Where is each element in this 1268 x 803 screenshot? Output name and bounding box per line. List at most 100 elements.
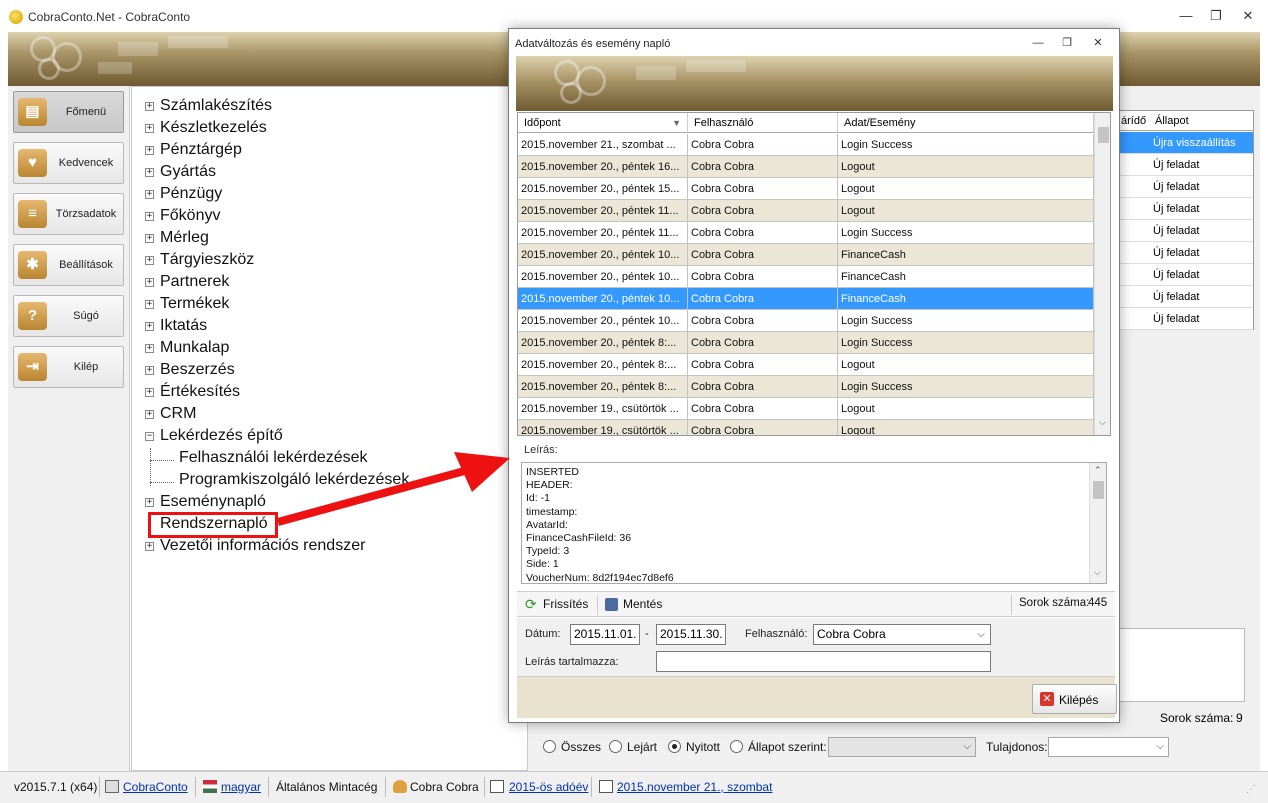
table-row[interactable]: 2015.november 20., péntek 15... Cobra Cob…: [518, 178, 1094, 200]
user-select[interactable]: Cobra Cobra ⌵: [813, 624, 991, 645]
tree-expander[interactable]: +: [145, 212, 154, 221]
tree-expander[interactable]: +: [145, 234, 154, 243]
tree-item-pénzügy[interactable]: Pénzügy: [160, 185, 222, 203]
desc-contains-input[interactable]: [656, 651, 991, 672]
tree-item-készletkezelés[interactable]: Készletkezelés: [160, 119, 267, 137]
resize-grip-icon[interactable]: ⋰: [1246, 784, 1256, 795]
dialog-close-button[interactable]: ✕: [1089, 35, 1107, 51]
tree-item-beszerzés[interactable]: Beszerzés: [160, 361, 235, 379]
close-button[interactable]: ✕: [1238, 8, 1258, 24]
table-row[interactable]: Új feladat: [1119, 154, 1253, 176]
nav-button-kedvencek[interactable]: ♥ Kedvencek: [13, 142, 124, 184]
table-row[interactable]: 2015.november 20., péntek 8:... Cobra Cob…: [518, 354, 1094, 376]
tree-expander[interactable]: +: [145, 256, 154, 265]
refresh-button[interactable]: ⟳ Frissítés: [523, 595, 593, 615]
tree-item-partnerek[interactable]: Partnerek: [160, 273, 229, 291]
table-row[interactable]: Új feladat: [1119, 264, 1253, 286]
tree-item-gyártás[interactable]: Gyártás: [160, 163, 216, 181]
date-to-input[interactable]: 2015.11.30.: [656, 624, 726, 645]
radio-open[interactable]: [668, 740, 681, 753]
nav-button-torzsadatok[interactable]: ≡ Törzsadatok: [13, 193, 124, 235]
tree-expander[interactable]: +: [145, 344, 154, 353]
radio-all[interactable]: [543, 740, 556, 753]
table-row[interactable]: Újra visszaállítás: [1119, 132, 1253, 154]
tree-item-iktatás[interactable]: Iktatás: [160, 317, 207, 335]
column-header-event[interactable]: Adat/Esemény: [838, 113, 1094, 133]
tree-expander[interactable]: +: [145, 102, 154, 111]
database-link[interactable]: CobraConto: [123, 780, 188, 794]
table-row[interactable]: 2015.november 21., szombat ... Cobra Cobr…: [518, 134, 1094, 156]
nav-button-beallitasok[interactable]: ✱ Beállítások: [13, 244, 124, 286]
table-row[interactable]: 2015.november 19., csütörtök ... Cobra Co…: [518, 398, 1094, 420]
nav-button-sugo[interactable]: ? Súgó: [13, 295, 124, 337]
table-row[interactable]: Új feladat: [1119, 176, 1253, 198]
user-icon: [393, 780, 407, 793]
dialog-restore-button[interactable]: ❐: [1058, 35, 1076, 51]
table-row[interactable]: Új feladat: [1119, 308, 1253, 330]
tree-expander[interactable]: +: [145, 410, 154, 419]
tree-item-számlakészítés[interactable]: Számlakészítés: [160, 97, 272, 115]
table-row[interactable]: Új feladat: [1119, 286, 1253, 308]
table-row[interactable]: 2015.november 20., péntek 11... Cobra Cob…: [518, 200, 1094, 222]
scrollbar-thumb[interactable]: [1098, 127, 1109, 143]
tree-expander[interactable]: +: [145, 146, 154, 155]
tree-expander[interactable]: +: [145, 168, 154, 177]
column-header-time[interactable]: Időpont ▼: [518, 113, 688, 133]
language-link[interactable]: magyar: [221, 780, 261, 794]
table-row[interactable]: Új feladat: [1119, 242, 1253, 264]
tree-expander[interactable]: +: [145, 278, 154, 287]
table-row[interactable]: 2015.november 20., péntek 8:... Cobra Cob…: [518, 332, 1094, 354]
column-header-status[interactable]: Állapot: [1155, 111, 1189, 131]
scroll-down-icon[interactable]: ⌵: [1094, 567, 1101, 578]
radio-by-status[interactable]: [730, 740, 743, 753]
column-header-user[interactable]: Felhasználó: [688, 113, 838, 133]
table-row[interactable]: 2015.november 20., péntek 16... Cobra Cob…: [518, 156, 1094, 178]
tree-expander[interactable]: +: [145, 388, 154, 397]
exit-button[interactable]: ✕ Kilépés: [1032, 684, 1117, 714]
description-scrollbar[interactable]: ⌃ ⌵: [1089, 463, 1106, 583]
user-select-value: Cobra Cobra: [817, 627, 886, 641]
minimize-button[interactable]: —: [1176, 8, 1196, 24]
status-select[interactable]: ⌵: [828, 737, 976, 757]
tax-year-link[interactable]: 2015-ös adóév: [509, 780, 588, 794]
table-row[interactable]: 2015.november 20., péntek 11... Cobra Cob…: [518, 222, 1094, 244]
tree-item-értékesítés[interactable]: Értékesítés: [160, 383, 240, 401]
column-header-duedate[interactable]: árídő: [1121, 111, 1146, 131]
table-row[interactable]: 2015.november 20., péntek 10... Cobra Cob…: [518, 266, 1094, 288]
owner-select[interactable]: ⌵: [1048, 737, 1169, 757]
table-row[interactable]: 2015.november 20., péntek 10... Cobra Cob…: [518, 288, 1094, 310]
main-navigation: ▤ Főmenü ♥ Kedvencek ≡ Törzsadatok ✱ Beá…: [8, 86, 130, 771]
tree-expander[interactable]: +: [145, 124, 154, 133]
table-row[interactable]: 2015.november 20., péntek 10... Cobra Cob…: [518, 310, 1094, 332]
grid-scrollbar[interactable]: ⌵: [1094, 113, 1110, 435]
scroll-down-icon[interactable]: ⌵: [1099, 417, 1106, 428]
table-row[interactable]: Új feladat: [1119, 198, 1253, 220]
save-button[interactable]: Mentés: [603, 595, 673, 615]
table-cell: 2015.november 20., péntek 10...: [518, 310, 688, 332]
tree-item-mérleg[interactable]: Mérleg: [160, 229, 209, 247]
tree-expander[interactable]: +: [145, 322, 154, 331]
table-row[interactable]: 2015.november 20., péntek 10... Cobra Cob…: [518, 244, 1094, 266]
date-link[interactable]: 2015.november 21., szombat: [617, 780, 772, 794]
tree-item-crm[interactable]: CRM: [160, 405, 196, 423]
table-row[interactable]: Új feladat: [1119, 220, 1253, 242]
tree-item-tárgyieszköz[interactable]: Tárgyieszköz: [160, 251, 254, 269]
date-from-input[interactable]: 2015.11.01.: [570, 624, 640, 645]
radio-expired[interactable]: [609, 740, 622, 753]
dialog-minimize-button[interactable]: —: [1029, 35, 1047, 51]
tree-item-pénztárgép[interactable]: Pénztárgép: [160, 141, 242, 159]
scrollbar-thumb[interactable]: [1093, 481, 1104, 499]
tree-item-munkalap[interactable]: Munkalap: [160, 339, 229, 357]
nav-button-kilep[interactable]: ⇥ Kilép: [13, 346, 124, 388]
scroll-up-icon[interactable]: ⌃: [1094, 465, 1102, 476]
description-textarea[interactable]: INSERTED HEADER: Id: -1 timestamp: AvatarId:…: [521, 462, 1107, 584]
nav-button-fomenu[interactable]: ▤ Főmenü: [13, 91, 124, 133]
table-row[interactable]: 2015.november 19., csütörtök ... Cobra Co…: [518, 420, 1094, 435]
restore-button[interactable]: ❐: [1206, 8, 1226, 24]
table-row[interactable]: 2015.november 20., péntek 8:... Cobra Cob…: [518, 376, 1094, 398]
tree-item-termékek[interactable]: Termékek: [160, 295, 229, 313]
tree-expander[interactable]: +: [145, 366, 154, 375]
tree-item-főkönyv[interactable]: Főkönyv: [160, 207, 220, 225]
tree-expander[interactable]: +: [145, 190, 154, 199]
tree-expander[interactable]: +: [145, 300, 154, 309]
